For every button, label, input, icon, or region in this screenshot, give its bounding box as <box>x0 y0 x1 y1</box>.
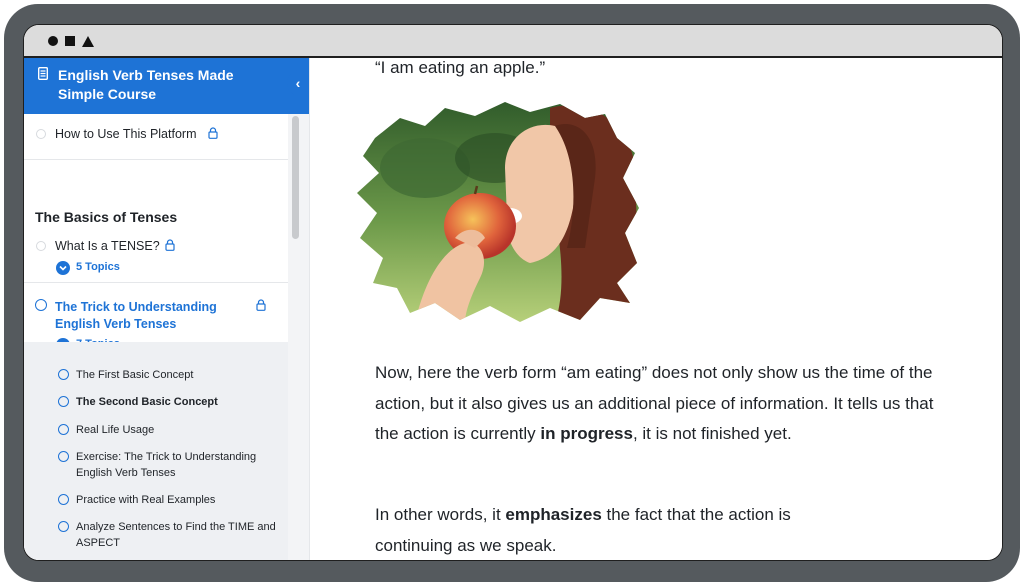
course-header: English Verb Tenses Made Simple Course ‹ <box>24 58 309 114</box>
chevron-left-icon: ‹ <box>295 75 301 91</box>
topic-status-icon <box>58 424 69 435</box>
square-icon <box>65 36 75 46</box>
window-titlebar <box>24 25 1002 58</box>
lesson-status-icon <box>36 241 46 251</box>
course-sidebar: English Verb Tenses Made Simple Course ‹… <box>24 58 310 560</box>
collapse-sidebar-button[interactable]: ‹ <box>287 70 309 96</box>
paragraph-text: In other words, it <box>375 505 506 524</box>
lock-icon <box>165 239 175 251</box>
topic-status-icon <box>58 369 69 380</box>
browser-window: English Verb Tenses Made Simple Course ‹… <box>23 24 1003 561</box>
topic-item[interactable]: Practice with Real Examples <box>76 492 281 508</box>
topic-status-icon <box>58 451 69 462</box>
topic-item[interactable]: Analyze Sentences to Find the TIME and A… <box>76 519 281 551</box>
sidebar-scrollbar-thumb[interactable] <box>292 116 299 239</box>
woman-eating-apple-image <box>357 102 639 322</box>
topics-list: The First Basic Concept The Second Basic… <box>24 342 288 560</box>
topic-item[interactable]: The First Basic Concept <box>76 367 281 383</box>
lesson-status-icon <box>35 299 47 311</box>
lesson-content: “I am eating an apple.” Now, here the ve… <box>310 58 1002 560</box>
lock-icon <box>208 127 218 139</box>
topic-status-icon <box>58 521 69 532</box>
lesson-trick-to-understanding[interactable]: The Trick to Understanding English Verb … <box>55 299 235 333</box>
topic-status-icon <box>58 396 69 407</box>
chevron-down-icon[interactable] <box>56 261 70 275</box>
paragraph-text: , it is not finished yet. <box>632 424 792 443</box>
topics-toggle[interactable]: 5 Topics <box>76 261 120 273</box>
lesson-what-is-a-tense[interactable]: What Is a TENSE? <box>55 239 160 253</box>
topic-item-current[interactable]: The Second Basic Concept <box>76 394 281 410</box>
sidebar-divider <box>24 282 288 283</box>
lesson-status-icon <box>36 129 46 139</box>
triangle-icon <box>82 35 94 47</box>
course-title[interactable]: English Verb Tenses Made Simple Course <box>58 66 258 104</box>
lesson-how-to-use[interactable]: How to Use This Platform <box>55 127 196 141</box>
document-icon <box>38 67 48 80</box>
window-controls <box>48 34 94 48</box>
lock-icon <box>256 299 266 311</box>
sidebar-divider <box>24 159 288 160</box>
paragraph: In other words, it emphasizes the fact t… <box>375 500 825 560</box>
topic-status-icon <box>58 494 69 505</box>
example-sentence: “I am eating an apple.” <box>375 58 546 77</box>
paragraph: Now, here the verb form “am eating” does… <box>375 358 935 450</box>
emphasis-text: in progress <box>540 424 633 443</box>
section-title: The Basics of Tenses <box>35 209 178 225</box>
circle-icon <box>48 36 58 46</box>
topic-item[interactable]: Real Life Usage <box>76 422 281 438</box>
topic-item[interactable]: Exercise: The Trick to Understanding Eng… <box>76 449 281 481</box>
emphasis-text: emphasizes <box>505 505 602 524</box>
